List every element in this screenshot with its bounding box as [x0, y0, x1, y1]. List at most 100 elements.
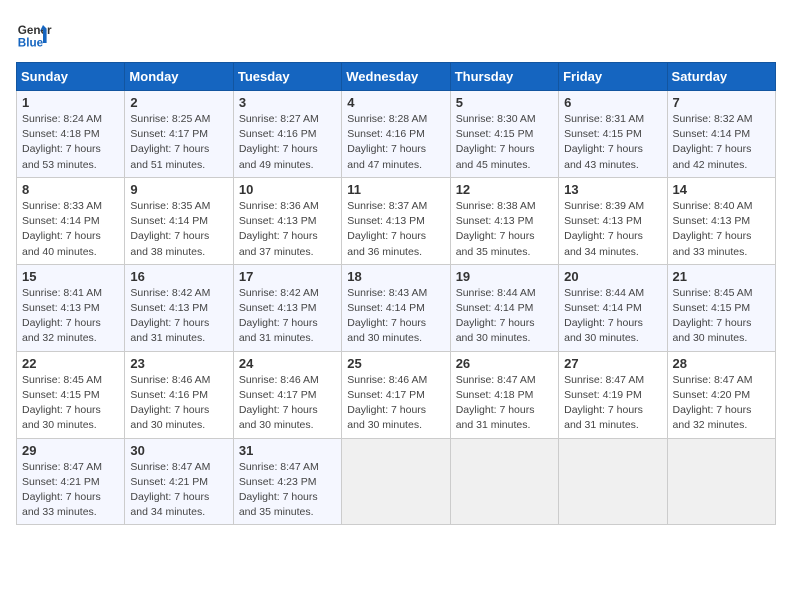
- day-cell: 16 Sunrise: 8:42 AMSunset: 4:13 PMDaylig…: [125, 264, 233, 351]
- day-detail: Sunrise: 8:27 AMSunset: 4:16 PMDaylight:…: [239, 113, 319, 171]
- day-cell: 7 Sunrise: 8:32 AMSunset: 4:14 PMDayligh…: [667, 91, 775, 178]
- day-number: 20: [564, 269, 661, 284]
- day-number: 3: [239, 95, 336, 110]
- weekday-header-row: SundayMondayTuesdayWednesdayThursdayFrid…: [17, 63, 776, 91]
- weekday-wednesday: Wednesday: [342, 63, 450, 91]
- day-number: 11: [347, 182, 444, 197]
- day-cell: 18 Sunrise: 8:43 AMSunset: 4:14 PMDaylig…: [342, 264, 450, 351]
- logo: General Blue: [16, 16, 52, 52]
- day-number: 14: [673, 182, 770, 197]
- day-detail: Sunrise: 8:28 AMSunset: 4:16 PMDaylight:…: [347, 113, 427, 171]
- day-detail: Sunrise: 8:36 AMSunset: 4:13 PMDaylight:…: [239, 200, 319, 258]
- day-number: 18: [347, 269, 444, 284]
- day-detail: Sunrise: 8:47 AMSunset: 4:21 PMDaylight:…: [22, 461, 102, 519]
- day-number: 31: [239, 443, 336, 458]
- day-cell: [667, 438, 775, 525]
- week-row-5: 29 Sunrise: 8:47 AMSunset: 4:21 PMDaylig…: [17, 438, 776, 525]
- day-number: 12: [456, 182, 553, 197]
- day-detail: Sunrise: 8:39 AMSunset: 4:13 PMDaylight:…: [564, 200, 644, 258]
- day-cell: 31 Sunrise: 8:47 AMSunset: 4:23 PMDaylig…: [233, 438, 341, 525]
- day-detail: Sunrise: 8:33 AMSunset: 4:14 PMDaylight:…: [22, 200, 102, 258]
- day-detail: Sunrise: 8:46 AMSunset: 4:16 PMDaylight:…: [130, 374, 210, 432]
- day-cell: 12 Sunrise: 8:38 AMSunset: 4:13 PMDaylig…: [450, 177, 558, 264]
- day-detail: Sunrise: 8:30 AMSunset: 4:15 PMDaylight:…: [456, 113, 536, 171]
- day-detail: Sunrise: 8:37 AMSunset: 4:13 PMDaylight:…: [347, 200, 427, 258]
- day-detail: Sunrise: 8:42 AMSunset: 4:13 PMDaylight:…: [239, 287, 319, 345]
- day-cell: 28 Sunrise: 8:47 AMSunset: 4:20 PMDaylig…: [667, 351, 775, 438]
- day-number: 26: [456, 356, 553, 371]
- day-detail: Sunrise: 8:45 AMSunset: 4:15 PMDaylight:…: [673, 287, 753, 345]
- calendar-body: 1 Sunrise: 8:24 AMSunset: 4:18 PMDayligh…: [17, 91, 776, 525]
- day-cell: 24 Sunrise: 8:46 AMSunset: 4:17 PMDaylig…: [233, 351, 341, 438]
- weekday-tuesday: Tuesday: [233, 63, 341, 91]
- day-detail: Sunrise: 8:25 AMSunset: 4:17 PMDaylight:…: [130, 113, 210, 171]
- day-detail: Sunrise: 8:41 AMSunset: 4:13 PMDaylight:…: [22, 287, 102, 345]
- day-detail: Sunrise: 8:47 AMSunset: 4:18 PMDaylight:…: [456, 374, 536, 432]
- day-cell: 29 Sunrise: 8:47 AMSunset: 4:21 PMDaylig…: [17, 438, 125, 525]
- day-number: 4: [347, 95, 444, 110]
- day-detail: Sunrise: 8:46 AMSunset: 4:17 PMDaylight:…: [239, 374, 319, 432]
- day-cell: 21 Sunrise: 8:45 AMSunset: 4:15 PMDaylig…: [667, 264, 775, 351]
- day-cell: [559, 438, 667, 525]
- week-row-1: 1 Sunrise: 8:24 AMSunset: 4:18 PMDayligh…: [17, 91, 776, 178]
- day-number: 25: [347, 356, 444, 371]
- day-number: 13: [564, 182, 661, 197]
- day-number: 21: [673, 269, 770, 284]
- day-cell: 1 Sunrise: 8:24 AMSunset: 4:18 PMDayligh…: [17, 91, 125, 178]
- day-number: 8: [22, 182, 119, 197]
- day-detail: Sunrise: 8:32 AMSunset: 4:14 PMDaylight:…: [673, 113, 753, 171]
- day-number: 7: [673, 95, 770, 110]
- weekday-saturday: Saturday: [667, 63, 775, 91]
- day-number: 1: [22, 95, 119, 110]
- weekday-friday: Friday: [559, 63, 667, 91]
- day-detail: Sunrise: 8:42 AMSunset: 4:13 PMDaylight:…: [130, 287, 210, 345]
- day-detail: Sunrise: 8:44 AMSunset: 4:14 PMDaylight:…: [456, 287, 536, 345]
- day-number: 15: [22, 269, 119, 284]
- day-cell: 8 Sunrise: 8:33 AMSunset: 4:14 PMDayligh…: [17, 177, 125, 264]
- week-row-2: 8 Sunrise: 8:33 AMSunset: 4:14 PMDayligh…: [17, 177, 776, 264]
- day-cell: 22 Sunrise: 8:45 AMSunset: 4:15 PMDaylig…: [17, 351, 125, 438]
- day-cell: 23 Sunrise: 8:46 AMSunset: 4:16 PMDaylig…: [125, 351, 233, 438]
- week-row-4: 22 Sunrise: 8:45 AMSunset: 4:15 PMDaylig…: [17, 351, 776, 438]
- day-number: 17: [239, 269, 336, 284]
- day-detail: Sunrise: 8:38 AMSunset: 4:13 PMDaylight:…: [456, 200, 536, 258]
- day-number: 29: [22, 443, 119, 458]
- day-number: 10: [239, 182, 336, 197]
- day-number: 2: [130, 95, 227, 110]
- day-cell: 11 Sunrise: 8:37 AMSunset: 4:13 PMDaylig…: [342, 177, 450, 264]
- day-cell: [342, 438, 450, 525]
- day-detail: Sunrise: 8:43 AMSunset: 4:14 PMDaylight:…: [347, 287, 427, 345]
- page-header: General Blue: [16, 16, 776, 52]
- day-detail: Sunrise: 8:47 AMSunset: 4:19 PMDaylight:…: [564, 374, 644, 432]
- week-row-3: 15 Sunrise: 8:41 AMSunset: 4:13 PMDaylig…: [17, 264, 776, 351]
- day-cell: 26 Sunrise: 8:47 AMSunset: 4:18 PMDaylig…: [450, 351, 558, 438]
- svg-text:General: General: [18, 24, 52, 37]
- day-number: 22: [22, 356, 119, 371]
- day-number: 27: [564, 356, 661, 371]
- day-number: 24: [239, 356, 336, 371]
- day-cell: 3 Sunrise: 8:27 AMSunset: 4:16 PMDayligh…: [233, 91, 341, 178]
- day-detail: Sunrise: 8:46 AMSunset: 4:17 PMDaylight:…: [347, 374, 427, 432]
- day-cell: 20 Sunrise: 8:44 AMSunset: 4:14 PMDaylig…: [559, 264, 667, 351]
- day-cell: 25 Sunrise: 8:46 AMSunset: 4:17 PMDaylig…: [342, 351, 450, 438]
- day-detail: Sunrise: 8:45 AMSunset: 4:15 PMDaylight:…: [22, 374, 102, 432]
- day-cell: 14 Sunrise: 8:40 AMSunset: 4:13 PMDaylig…: [667, 177, 775, 264]
- day-cell: 6 Sunrise: 8:31 AMSunset: 4:15 PMDayligh…: [559, 91, 667, 178]
- day-detail: Sunrise: 8:47 AMSunset: 4:23 PMDaylight:…: [239, 461, 319, 519]
- day-number: 23: [130, 356, 227, 371]
- day-cell: 2 Sunrise: 8:25 AMSunset: 4:17 PMDayligh…: [125, 91, 233, 178]
- day-cell: 10 Sunrise: 8:36 AMSunset: 4:13 PMDaylig…: [233, 177, 341, 264]
- calendar-table: SundayMondayTuesdayWednesdayThursdayFrid…: [16, 62, 776, 525]
- weekday-sunday: Sunday: [17, 63, 125, 91]
- day-detail: Sunrise: 8:31 AMSunset: 4:15 PMDaylight:…: [564, 113, 644, 171]
- day-detail: Sunrise: 8:24 AMSunset: 4:18 PMDaylight:…: [22, 113, 102, 171]
- day-number: 9: [130, 182, 227, 197]
- day-cell: 13 Sunrise: 8:39 AMSunset: 4:13 PMDaylig…: [559, 177, 667, 264]
- day-detail: Sunrise: 8:44 AMSunset: 4:14 PMDaylight:…: [564, 287, 644, 345]
- day-number: 19: [456, 269, 553, 284]
- day-number: 28: [673, 356, 770, 371]
- svg-text:Blue: Blue: [18, 37, 44, 50]
- day-number: 16: [130, 269, 227, 284]
- day-cell: 15 Sunrise: 8:41 AMSunset: 4:13 PMDaylig…: [17, 264, 125, 351]
- weekday-thursday: Thursday: [450, 63, 558, 91]
